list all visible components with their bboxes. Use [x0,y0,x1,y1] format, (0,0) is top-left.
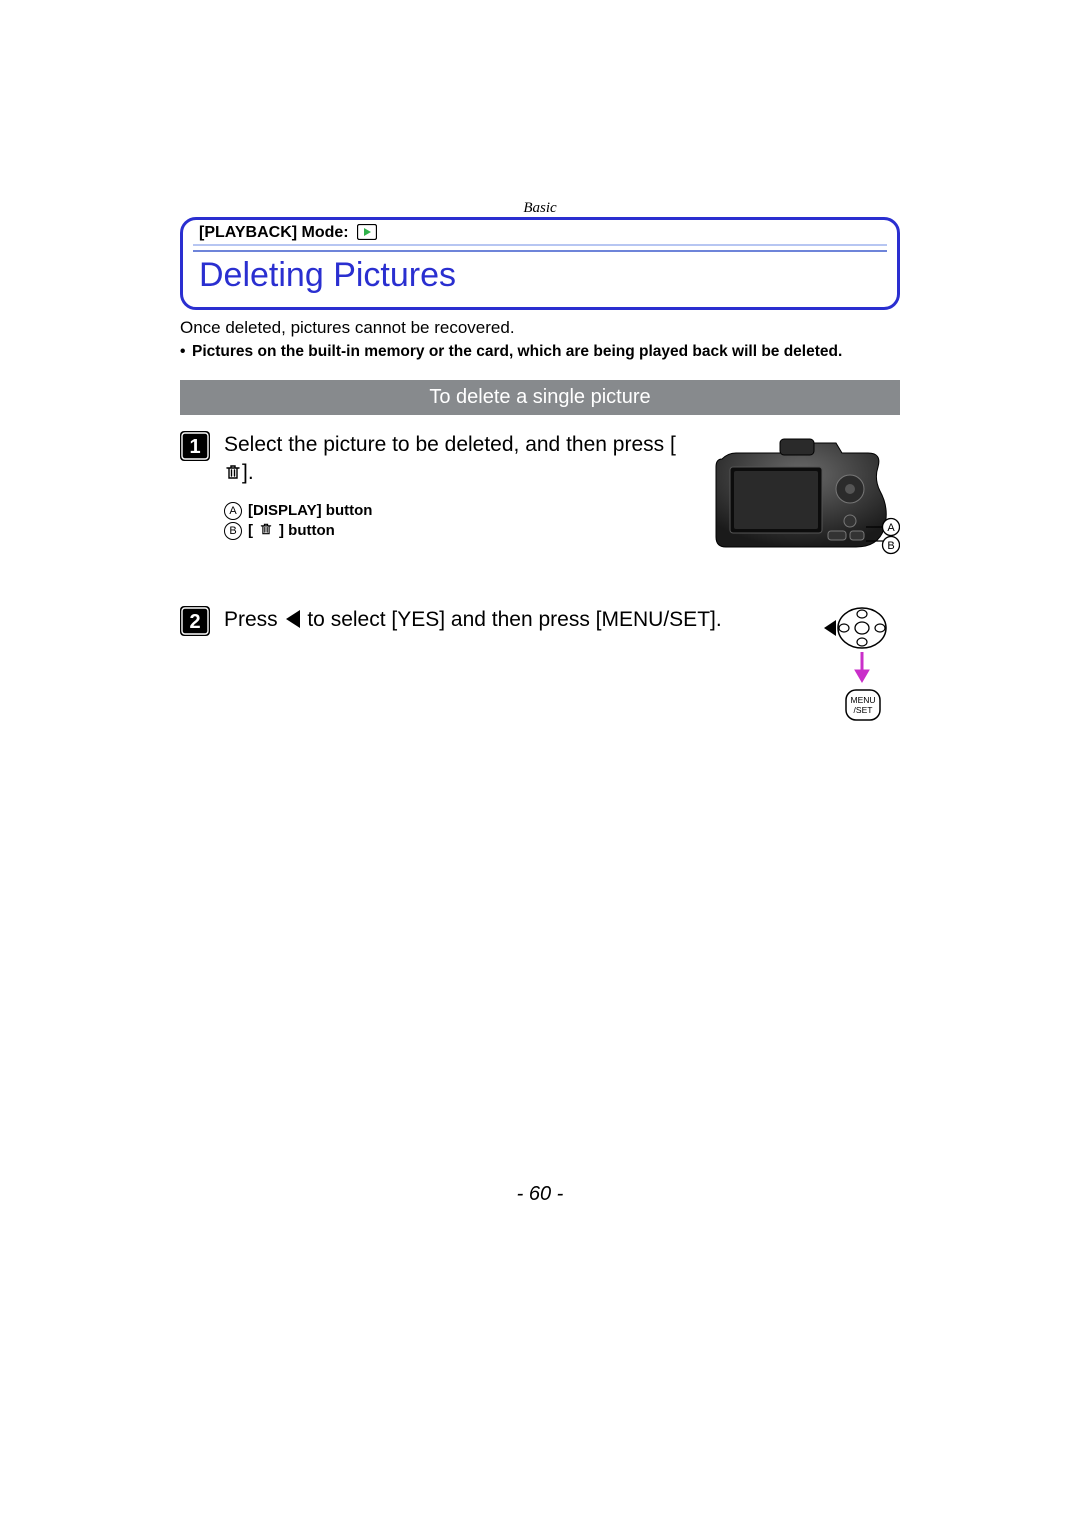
warning-text-2: •Pictures on the built-in memory or the … [180,342,900,362]
camera-illustration: A B [710,431,900,566]
legend-a-text: [DISPLAY] button [248,502,372,519]
page-title: Deleting Pictures [199,256,883,295]
warning-text-2-content: Pictures on the built-in memory or the c… [192,343,842,360]
svg-text:2: 2 [189,611,200,633]
legend-b-pre: [ [248,522,253,539]
left-arrow-icon [286,610,300,628]
dpad-illustration: MENU /SET [822,606,900,731]
page-number: - 60 - [0,1183,1080,1206]
mode-label: [PLAYBACK] Mode: [199,224,883,242]
menuset-line1: MENU [850,695,875,705]
trash-icon [259,522,273,540]
playback-icon [357,224,377,240]
button-legend: A [DISPLAY] button B [ ] button [224,502,690,540]
step-1-text-part2: ]. [242,461,254,484]
step-number-1-icon: 1 [180,431,210,466]
legend-b-post: ] button [279,522,335,539]
step-2-text-part1: Press [224,608,284,631]
step-2-text-part2: to select [YES] and then press [MENU/SET… [302,608,722,631]
step-2: 2 Press to select [YES] and then press [… [180,606,900,731]
title-rule [193,244,887,252]
step-1-text: Select the picture to be deleted, and th… [224,431,690,490]
section-breadcrumb: Basic [180,200,900,217]
svg-text:1: 1 [189,436,200,458]
step-2-text: Press to select [YES] and then press [ME… [224,606,802,634]
callout-a-icon: A [224,502,242,520]
step-number-2-icon: 2 [180,606,210,641]
step-1-text-part1: Select the picture to be deleted, and th… [224,433,676,456]
manual-page: Basic [PLAYBACK] Mode: Deleting Pictures… [0,0,1080,1526]
mode-label-text: [PLAYBACK] Mode: [199,224,349,241]
callout-a-label: A [887,522,895,534]
callout-b-icon: B [224,522,242,540]
section-heading: To delete a single picture [180,380,900,415]
title-box: [PLAYBACK] Mode: Deleting Pictures [180,217,900,310]
trash-icon [224,461,242,489]
step-1: 1 Select the picture to be deleted, and … [180,431,900,566]
warning-text-1: Once deleted, pictures cannot be recover… [180,318,900,338]
callout-b-label: B [887,540,894,552]
bullet-icon: • [180,342,192,362]
menuset-line2: /SET [854,705,873,715]
